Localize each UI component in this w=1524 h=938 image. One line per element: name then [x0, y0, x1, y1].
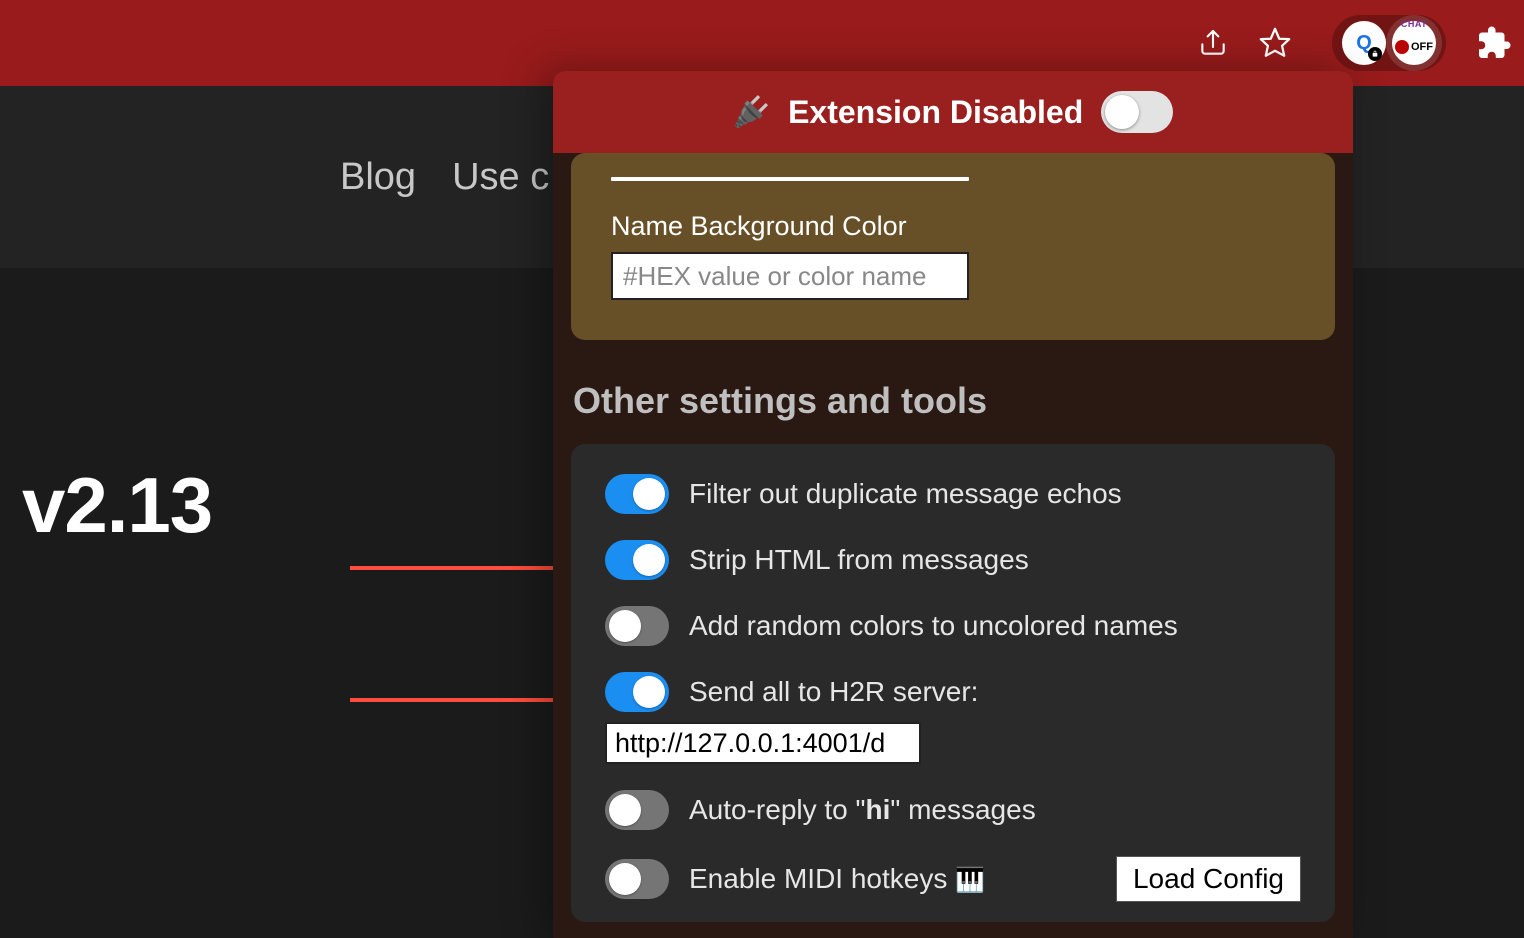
opt-strip-html-label: Strip HTML from messages [689, 544, 1029, 576]
toggle-strip-html[interactable] [605, 540, 669, 580]
ext-pill-2-off-text: OFF [1411, 41, 1433, 53]
toggle-filter-echos[interactable] [605, 474, 669, 514]
auto-reply-suffix: " messages [890, 794, 1035, 825]
star-icon[interactable] [1258, 26, 1292, 60]
opt-strip-html-row: Strip HTML from messages [605, 540, 1301, 580]
version-label: v2.13 [22, 460, 212, 551]
extensions-puzzle-icon[interactable] [1476, 25, 1512, 61]
extension-popup: 🔌 Extension Disabled Name Background Col… [553, 71, 1353, 938]
other-settings-card: Filter out duplicate message echos Strip… [571, 444, 1335, 922]
extension-pill-2[interactable]: CHAT OFF [1392, 21, 1436, 65]
popup-header-title: Extension Disabled [788, 94, 1083, 131]
h2r-url-input[interactable] [605, 722, 921, 764]
auto-reply-prefix: Auto-reply to " [689, 794, 865, 825]
midi-text: Enable MIDI hotkeys [689, 863, 947, 894]
opt-h2r-block: Send all to H2R server: [605, 672, 1301, 764]
opt-filter-echos-label: Filter out duplicate message echos [689, 478, 1122, 510]
nav-item-blog[interactable]: Blog [340, 156, 416, 199]
extension-pill-1[interactable]: Q [1342, 21, 1386, 65]
toggle-auto-reply[interactable] [605, 790, 669, 830]
share-icon[interactable] [1196, 26, 1230, 60]
name-bg-label: Name Background Color [611, 211, 1295, 242]
card-divider [611, 177, 969, 181]
opt-auto-reply-label: Auto-reply to "hi" messages [689, 794, 1036, 826]
annotation-arrow-1 [350, 566, 574, 570]
opt-midi-row: Enable MIDI hotkeys 🎹 Load Config [605, 856, 1301, 902]
popup-header: 🔌 Extension Disabled [553, 71, 1353, 153]
toggle-random-colors[interactable] [605, 606, 669, 646]
opt-random-colors-label: Add random colors to uncolored names [689, 610, 1178, 642]
other-settings-title: Other settings and tools [573, 380, 1335, 422]
toggle-h2r[interactable] [605, 672, 669, 712]
nav-item-usecases[interactable]: Use c [452, 156, 549, 199]
load-config-button[interactable]: Load Config [1116, 856, 1301, 902]
opt-midi-label: Enable MIDI hotkeys 🎹 [689, 863, 985, 895]
toggle-midi[interactable] [605, 859, 669, 899]
name-bg-card: Name Background Color [571, 153, 1335, 340]
plug-icon: 🔌 [733, 95, 770, 130]
ext-pill-2-minilabel: CHAT [1392, 19, 1436, 29]
opt-h2r-label: Send all to H2R server: [689, 676, 978, 708]
auto-reply-keyword: hi [865, 794, 890, 825]
opt-auto-reply-row: Auto-reply to "hi" messages [605, 790, 1301, 830]
popup-body: Name Background Color Other settings and… [553, 153, 1353, 922]
piano-icon: 🎹 [955, 867, 985, 894]
opt-filter-echos-row: Filter out duplicate message echos [605, 474, 1301, 514]
lock-icon [1368, 47, 1382, 61]
chrome-actions-group [1196, 26, 1292, 60]
opt-random-colors-row: Add random colors to uncolored names [605, 606, 1301, 646]
name-bg-input[interactable] [611, 252, 969, 300]
extension-enable-toggle[interactable] [1101, 91, 1173, 133]
record-dot-icon [1395, 40, 1409, 54]
annotation-arrow-2 [350, 698, 574, 702]
extension-pills-group: Q CHAT OFF [1332, 15, 1446, 71]
